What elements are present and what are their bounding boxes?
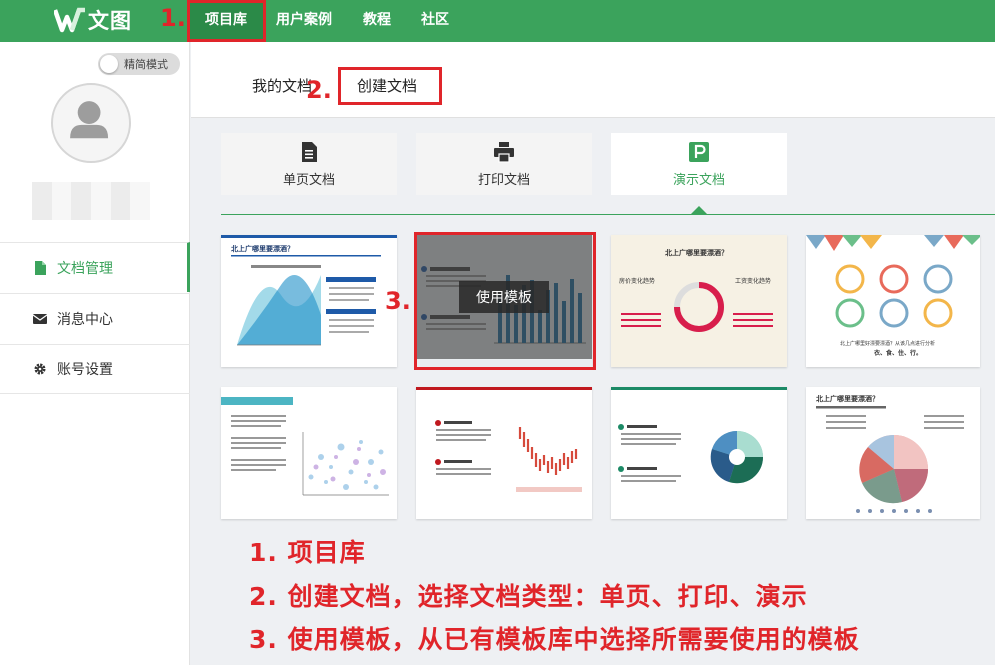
sidebar-item-messages[interactable]: 消息中心 — [0, 293, 190, 343]
sidebar-item-label: 文档管理 — [57, 260, 113, 277]
logo-text: 文图 — [88, 9, 132, 33]
nav-user-cases[interactable]: 用户案例 — [276, 0, 332, 42]
doctype-print[interactable]: 打印文档 — [416, 133, 592, 195]
annotation-line-2: 2. 创建文档，选择文档类型：单页、打印、演示 — [249, 582, 808, 611]
doctype-label: 单页文档 — [282, 172, 335, 188]
template-card[interactable]: 北上广哪里要漂酒？ — [221, 235, 397, 367]
template-card[interactable] — [221, 387, 397, 519]
template-caption: 衣、食、住、行。 — [874, 349, 922, 357]
compact-mode-toggle[interactable]: 精简模式 — [98, 53, 180, 75]
sidebar-item-label: 账号设置 — [57, 362, 113, 378]
divider — [221, 214, 995, 215]
template-card[interactable] — [416, 387, 592, 519]
top-navbar: 文图 项目库 用户案例 教程 社区 — [0, 0, 995, 42]
gear-icon — [34, 363, 46, 375]
presentation-icon — [689, 141, 709, 162]
document-icon — [302, 141, 317, 162]
logo[interactable]: 文图 — [54, 5, 132, 35]
template-thumbnail: 北上广哪里要漂酒？ 房价变化趋势 工资变化趋势 — [611, 235, 787, 367]
compact-mode-label: 精简模式 — [124, 58, 168, 71]
step2-marker: 2. — [306, 76, 332, 104]
annotation-line-1: 1. 项目库 — [249, 538, 366, 567]
template-card[interactable]: 北上广哪里好漂要漂酒？从该几点进行分析 衣、食、住、行。 — [806, 235, 980, 367]
highlight-box-step3 — [414, 232, 596, 370]
nav-tutorials[interactable]: 教程 — [363, 0, 391, 42]
template-card[interactable]: 北上广哪里要漂酒？ 房价变化趋势 工资变化趋势 — [611, 235, 787, 367]
user-icon — [70, 101, 109, 139]
template-title: 北上广哪里要漂酒？ — [816, 394, 879, 403]
sidebar-item-documents[interactable]: 文档管理 — [0, 242, 190, 292]
toggle-knob — [100, 55, 118, 73]
template-card[interactable]: 北上广哪里要漂酒？ — [806, 387, 980, 519]
highlight-box-step2 — [338, 67, 442, 105]
step1-marker: 1. — [160, 4, 186, 32]
template-title: 北上广哪里要漂酒？ — [231, 244, 294, 253]
template-thumbnail: 北上广哪里要漂酒？ — [816, 394, 964, 513]
highlight-box-step1 — [187, 0, 266, 42]
template-thumbnail — [221, 397, 389, 496]
active-type-pointer — [691, 206, 707, 214]
doctype-label: 演示文档 — [672, 172, 725, 188]
sidebar-item-account[interactable]: 账号设置 — [0, 344, 190, 394]
username-blurred — [32, 182, 150, 220]
tab-my-documents[interactable]: 我的文档 — [252, 75, 312, 96]
annotation-line-3: 3. 使用模板，从已有模板库中选择所需要使用的模板 — [249, 625, 860, 654]
template-thumbnail: 北上广哪里要漂酒？ — [221, 235, 397, 346]
template-title: 北上广哪里要漂酒？ — [665, 248, 728, 257]
sidebar-item-label: 消息中心 — [57, 311, 113, 328]
avatar[interactable] — [51, 83, 131, 163]
doctype-label: 打印文档 — [477, 172, 530, 188]
template-thumbnail — [611, 387, 787, 484]
template-subtitle: 房价变化趋势 — [619, 277, 655, 285]
envelope-icon — [33, 313, 47, 324]
template-thumbnail: 北上广哪里好漂要漂酒？从该几点进行分析 衣、食、住、行。 — [806, 235, 980, 357]
printer-icon — [494, 141, 514, 163]
logo-w-icon — [54, 7, 85, 33]
template-card[interactable] — [611, 387, 787, 519]
template-subtitle: 工资变化趋势 — [735, 277, 771, 285]
sidebar: 精简模式 文档管理 消息中心 账号设置 — [0, 42, 190, 665]
template-thumbnail — [416, 387, 592, 492]
nav-community[interactable]: 社区 — [421, 0, 449, 42]
doctype-single-page[interactable]: 单页文档 — [221, 133, 397, 195]
template-caption: 北上广哪里好漂要漂酒？从该几点进行分析 — [840, 340, 935, 347]
doctype-presentation[interactable]: 演示文档 — [611, 133, 787, 195]
document-icon — [35, 260, 46, 275]
step3-marker: 3. — [385, 287, 411, 315]
